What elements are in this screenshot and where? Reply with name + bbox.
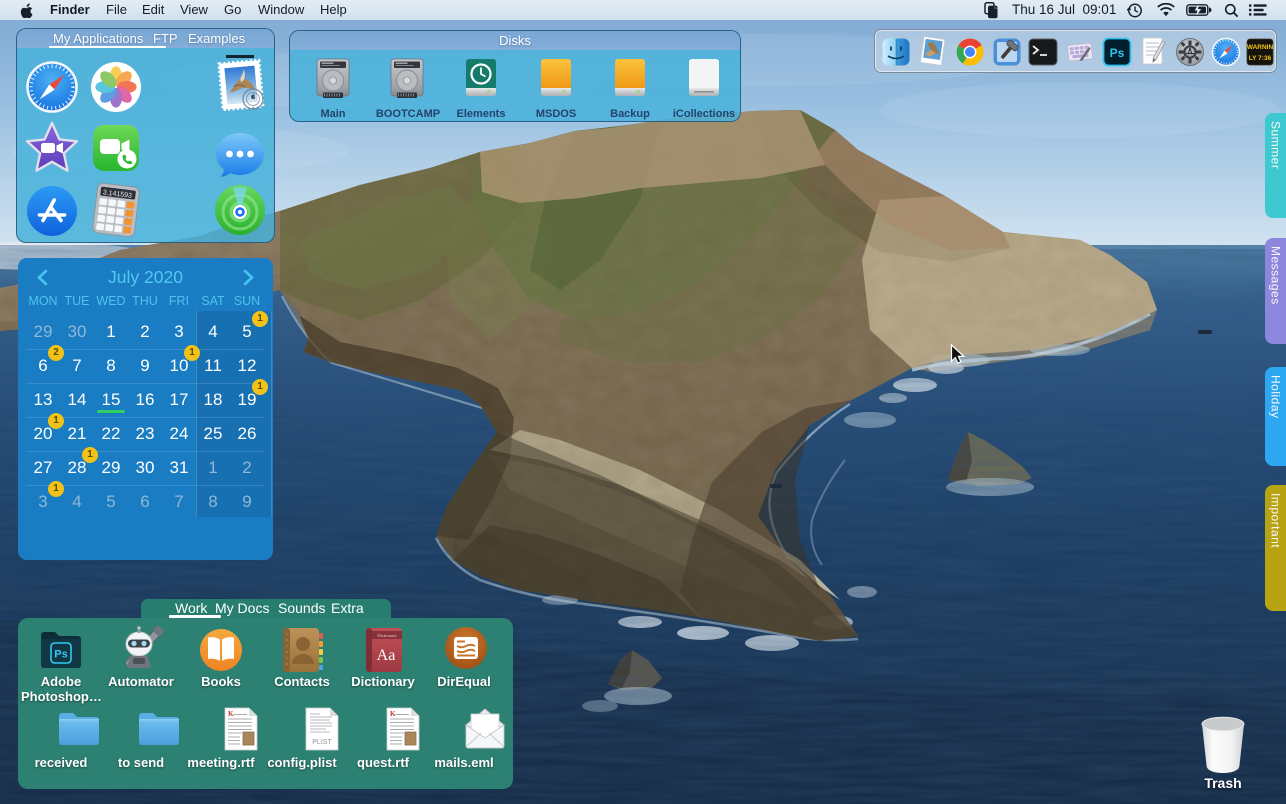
svg-text:Ps: Ps [54,649,67,661]
svg-text:PLIST: PLIST [312,739,332,746]
svg-text:Aa: Aa [377,647,396,664]
svg-text:Dictionary: Dictionary [377,633,397,638]
svg-text:Ps: Ps [1110,46,1125,60]
svg-text:WARNIN: WARNIN [1247,44,1274,51]
svg-text:LY 7:36: LY 7:36 [1249,55,1272,62]
